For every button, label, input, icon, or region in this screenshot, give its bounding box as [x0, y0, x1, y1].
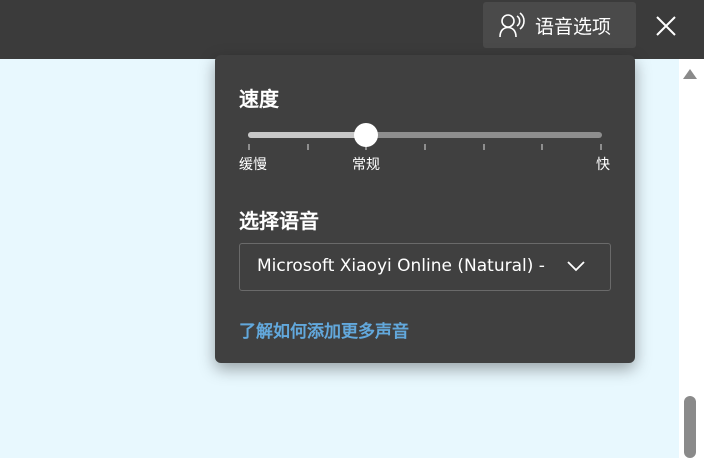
speed-slider-fill	[248, 132, 366, 138]
scroll-up-arrow-icon[interactable]	[683, 69, 697, 79]
chevron-down-icon	[567, 261, 585, 272]
speed-tick	[306, 144, 309, 150]
speed-tick	[482, 144, 485, 150]
speed-tick	[248, 144, 250, 150]
vertical-scrollbar[interactable]	[679, 59, 704, 458]
speed-max-label: 快	[596, 157, 610, 173]
close-icon	[656, 16, 676, 36]
speed-tick	[424, 144, 426, 150]
voice-options-label: 语音选项	[535, 15, 612, 38]
speed-mid-label: 常规	[352, 157, 380, 173]
scroll-thumb[interactable]	[684, 396, 696, 458]
select-voice-title: 选择语音	[239, 209, 319, 233]
speed-title: 速度	[239, 87, 279, 111]
speed-slider-track[interactable]	[248, 132, 602, 138]
close-button[interactable]	[648, 8, 684, 44]
speed-tick	[600, 144, 602, 150]
voice-select-value: Microsoft Xiaoyi Online (Natural) - Chin…	[257, 256, 549, 276]
learn-more-voices-link[interactable]: 了解如何添加更多声音	[239, 317, 409, 342]
voice-speaker-icon	[497, 10, 527, 40]
voice-select-dropdown[interactable]: Microsoft Xiaoyi Online (Natural) - Chin…	[239, 243, 611, 291]
voice-options-panel: 速度 缓慢 常规 快 选择语音 Microsoft Xiaoyi Online …	[215, 55, 635, 363]
voice-options-button[interactable]: 语音选项	[483, 2, 636, 48]
speed-slider-thumb[interactable]	[353, 123, 378, 147]
speed-min-label: 缓慢	[239, 157, 267, 173]
reader-toolbar: 语音选项	[0, 0, 704, 59]
speed-tick	[541, 144, 544, 150]
